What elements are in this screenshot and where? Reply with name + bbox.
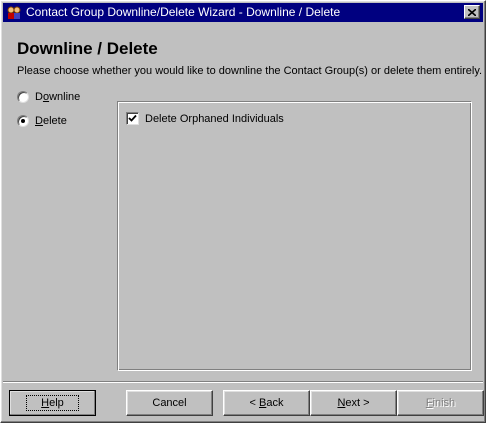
delete-orphaned-checkbox[interactable] xyxy=(126,112,139,125)
delete-radio[interactable] xyxy=(17,115,29,127)
checkmark-icon xyxy=(128,114,137,122)
delete-orphaned-label: Delete Orphaned Individuals xyxy=(145,112,284,125)
downline-radio[interactable] xyxy=(17,91,29,103)
radio-selected-dot xyxy=(21,119,25,123)
delete-orphaned-option[interactable]: Delete Orphaned Individuals xyxy=(126,112,284,125)
delete-label: Delete xyxy=(35,115,67,127)
cancel-button[interactable]: Cancel xyxy=(126,390,213,416)
close-button[interactable] xyxy=(464,5,480,19)
instructions-text: Please choose whether you would like to … xyxy=(17,65,483,77)
downline-radio-option[interactable]: Downline xyxy=(17,91,80,103)
help-label: Help xyxy=(41,397,64,409)
title-bar[interactable]: Contact Group Downline/Delete Wizard - D… xyxy=(3,3,483,22)
cancel-label: Cancel xyxy=(152,397,187,409)
finish-label: Finish xyxy=(425,397,456,409)
back-label: < Back xyxy=(249,397,284,409)
finish-button[interactable]: Finish xyxy=(397,390,484,416)
back-button[interactable]: < Back xyxy=(223,390,310,416)
wizard-window: Contact Group Downline/Delete Wizard - D… xyxy=(0,0,486,423)
next-label: Next > xyxy=(337,397,370,409)
help-button[interactable]: Help xyxy=(9,390,96,416)
delete-radio-option[interactable]: Delete xyxy=(17,115,67,127)
next-button[interactable]: Next > xyxy=(310,390,397,416)
button-separator xyxy=(3,381,483,383)
close-icon xyxy=(468,8,476,16)
page-title: Downline / Delete xyxy=(17,39,158,58)
downline-label: Downline xyxy=(35,91,81,103)
wizard-panel: Downline / Delete Please choose whether … xyxy=(3,23,483,380)
delete-options-group: Delete Orphaned Individuals xyxy=(117,101,472,371)
window-title: Contact Group Downline/Delete Wizard - D… xyxy=(26,5,341,19)
app-icon xyxy=(6,5,22,21)
